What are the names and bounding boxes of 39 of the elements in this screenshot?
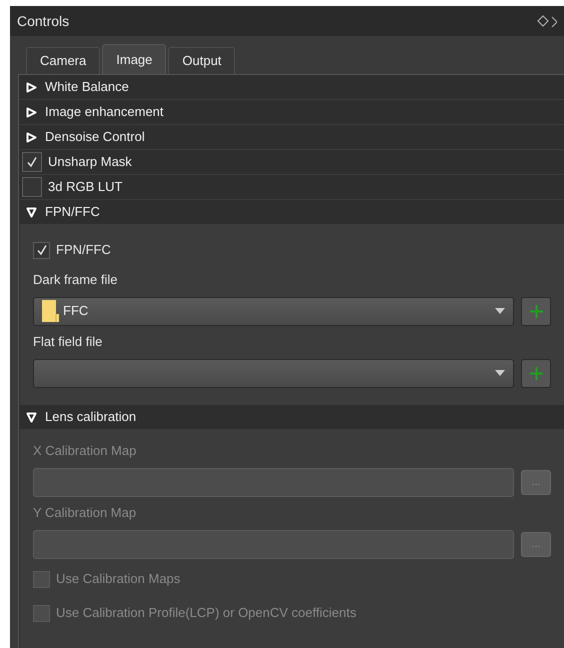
checkmark-icon — [36, 244, 48, 256]
dropdown[interactable]: FFC — [33, 296, 514, 326]
triangle-right-icon — [26, 82, 37, 92]
field-label: X Calibration Map — [33, 442, 138, 460]
folder-icon — [42, 300, 59, 322]
float-icon[interactable] — [537, 15, 549, 27]
tab[interactable]: Camera — [26, 47, 100, 74]
panel-title: Controls — [17, 12, 70, 30]
section-title: Lens calibration — [45, 408, 136, 426]
checkbox-label: FPN/FFC — [56, 241, 111, 260]
add-button[interactable] — [521, 358, 551, 388]
field-label: Flat field file — [33, 333, 104, 352]
triangle-down-icon — [26, 206, 37, 218]
checkmark-icon — [26, 156, 38, 168]
add-button[interactable] — [521, 296, 551, 326]
triangle-right-icon — [26, 132, 37, 142]
section-title: Image enhancement — [45, 103, 164, 122]
plus-icon — [530, 304, 542, 318]
section-title: White Balance — [45, 78, 129, 96]
section-title: FPN/FFC — [45, 203, 100, 222]
checkbox[interactable] — [22, 152, 42, 172]
caret-down-icon — [495, 308, 505, 314]
checkbox[interactable] — [22, 177, 42, 197]
triangle-right-icon — [26, 106, 37, 118]
section-title: Densoise Control — [45, 128, 145, 146]
dropdown-value: FFC — [63, 302, 88, 320]
field-label: Y Calibration Map — [33, 504, 138, 522]
section-title: Unsharp Mask — [48, 153, 132, 172]
section-title: 3d RGB LUT — [48, 178, 122, 196]
triangle-down-icon — [26, 412, 37, 422]
plus-icon — [530, 366, 542, 380]
checkbox-label: Use Calibration Profile(LCP) or OpenCV coefficients — [56, 604, 356, 622]
caret-down-icon — [495, 370, 505, 376]
field-label: Dark frame file — [33, 271, 119, 290]
tab[interactable]: Image — [102, 44, 166, 74]
checkbox-label: Use Calibration Maps — [56, 570, 180, 588]
close-icon[interactable] — [551, 16, 557, 26]
tab[interactable]: Output — [168, 47, 236, 74]
checkbox[interactable] — [33, 242, 50, 258]
